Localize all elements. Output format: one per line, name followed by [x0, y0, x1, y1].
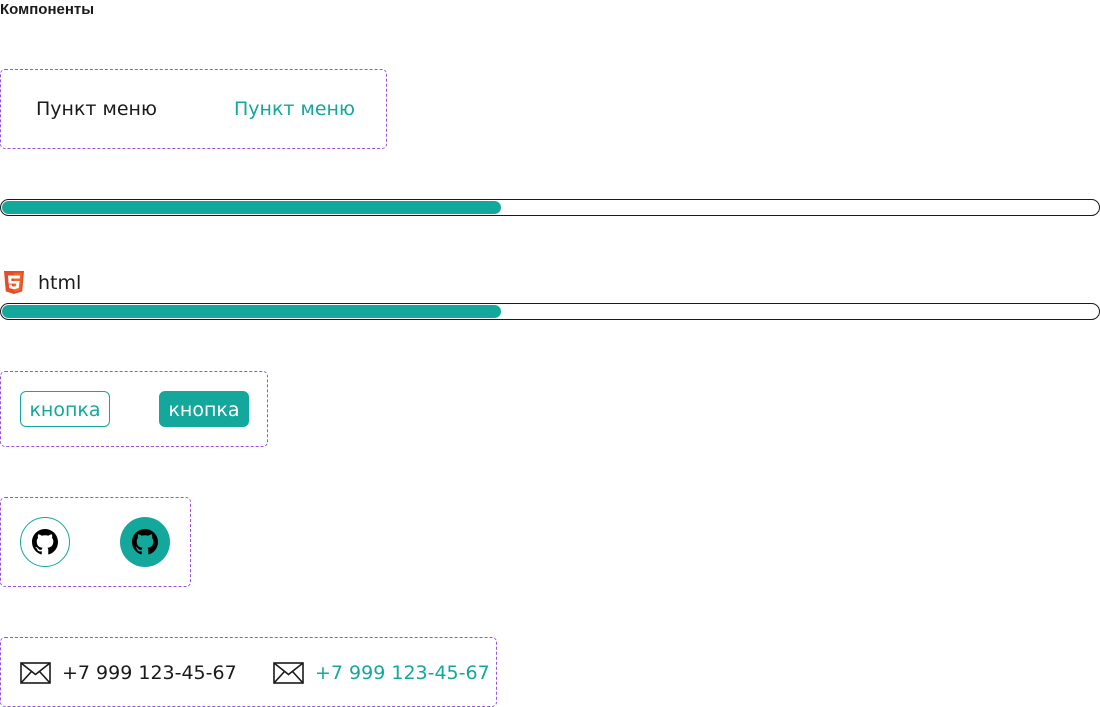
contact-phone-text: +7 999 123-45-67: [62, 662, 237, 684]
skill-label: html: [38, 272, 82, 294]
progress-bar: [0, 199, 1100, 216]
progress-bar-fill: [2, 201, 501, 214]
icon-buttons-group: [0, 497, 191, 587]
html5-icon: [3, 271, 25, 295]
contact-phone-text: +7 999 123-45-67: [315, 662, 490, 684]
skill-progress-bar-fill: [2, 305, 501, 318]
menu-item-default[interactable]: Пункт меню: [36, 98, 157, 120]
contacts-group: +7 999 123-45-67 +7 999 123-45-67: [0, 637, 497, 707]
mail-icon: [273, 662, 304, 684]
filled-button[interactable]: кнопка: [159, 391, 249, 427]
github-button-outline[interactable]: [20, 517, 70, 567]
github-icon: [132, 529, 158, 555]
github-button-filled[interactable]: [120, 517, 170, 567]
outline-button[interactable]: кнопка: [20, 391, 110, 427]
skill-progress-bar: [0, 303, 1100, 320]
mail-icon: [20, 662, 51, 684]
github-icon: [32, 529, 58, 555]
contact-phone-default[interactable]: +7 999 123-45-67: [20, 660, 237, 686]
page-title: Компоненты: [0, 1, 95, 18]
contact-phone-active[interactable]: +7 999 123-45-67: [273, 660, 490, 686]
menu-items-group: Пункт меню Пункт меню: [0, 69, 387, 149]
skill-row: html: [3, 270, 81, 296]
menu-item-active[interactable]: Пункт меню: [234, 98, 355, 120]
buttons-group: кнопка кнопка: [0, 371, 268, 447]
